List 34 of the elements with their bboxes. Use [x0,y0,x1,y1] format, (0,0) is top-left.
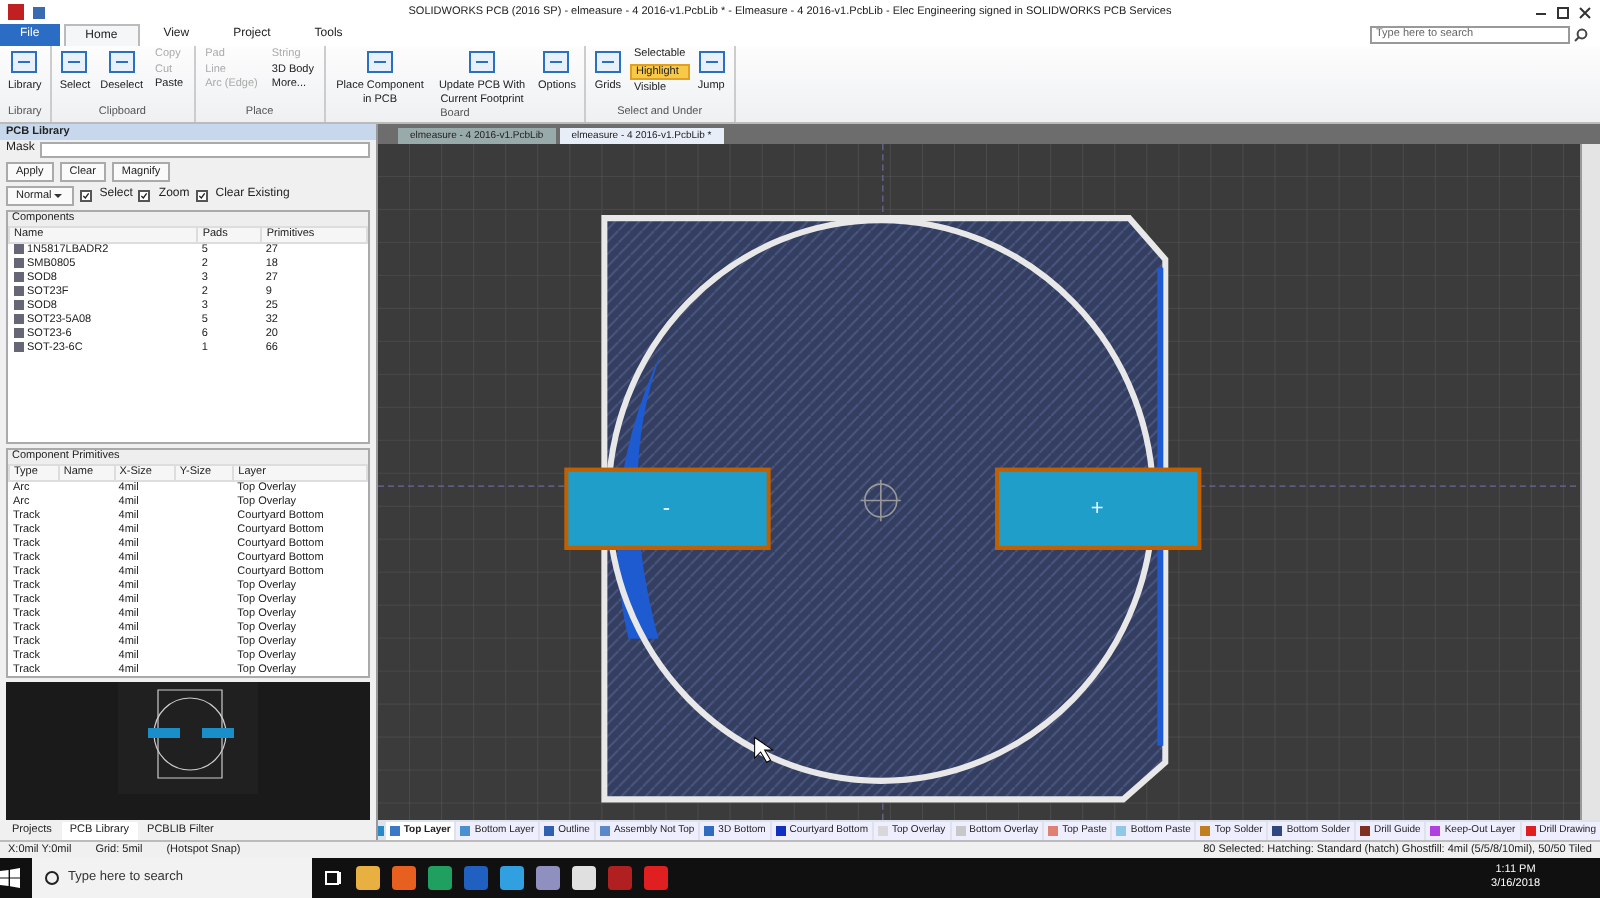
app-icon[interactable] [644,866,668,890]
app-icon[interactable] [392,866,416,890]
app-icon[interactable] [572,866,596,890]
search-icon[interactable] [1574,28,1588,42]
app-icon[interactable] [536,866,560,890]
checkbox[interactable] [79,190,92,202]
frame-icon [366,50,394,78]
frame-icon [593,50,622,78]
layer-set-swatch[interactable] [378,825,384,835]
task-view-icon[interactable] [324,868,344,888]
frame-icon [697,50,726,78]
pad-label: - [662,496,671,522]
maximize-icon[interactable] [1556,5,1570,19]
checkbox[interactable] [138,190,151,202]
frame-icon [107,50,136,78]
mask-field[interactable] [40,142,370,158]
close-icon[interactable] [1578,5,1592,19]
caret-icon [51,189,64,202]
pad-label: + [1090,496,1104,522]
app-icon[interactable] [428,866,452,890]
cursor-icon [754,736,775,763]
frame-icon [60,50,89,78]
app-icon[interactable] [500,866,524,890]
start-icon[interactable] [0,868,20,888]
app-icon[interactable] [356,866,380,890]
checkbox[interactable] [195,190,208,202]
frame-icon [10,50,39,78]
app-icon[interactable] [608,866,632,890]
frame-icon [468,50,496,78]
app-logo-icon [8,4,24,20]
app-icon[interactable] [464,866,488,890]
origin-marker-icon [860,479,902,522]
search-icon [44,870,60,886]
frame-icon [542,50,571,78]
